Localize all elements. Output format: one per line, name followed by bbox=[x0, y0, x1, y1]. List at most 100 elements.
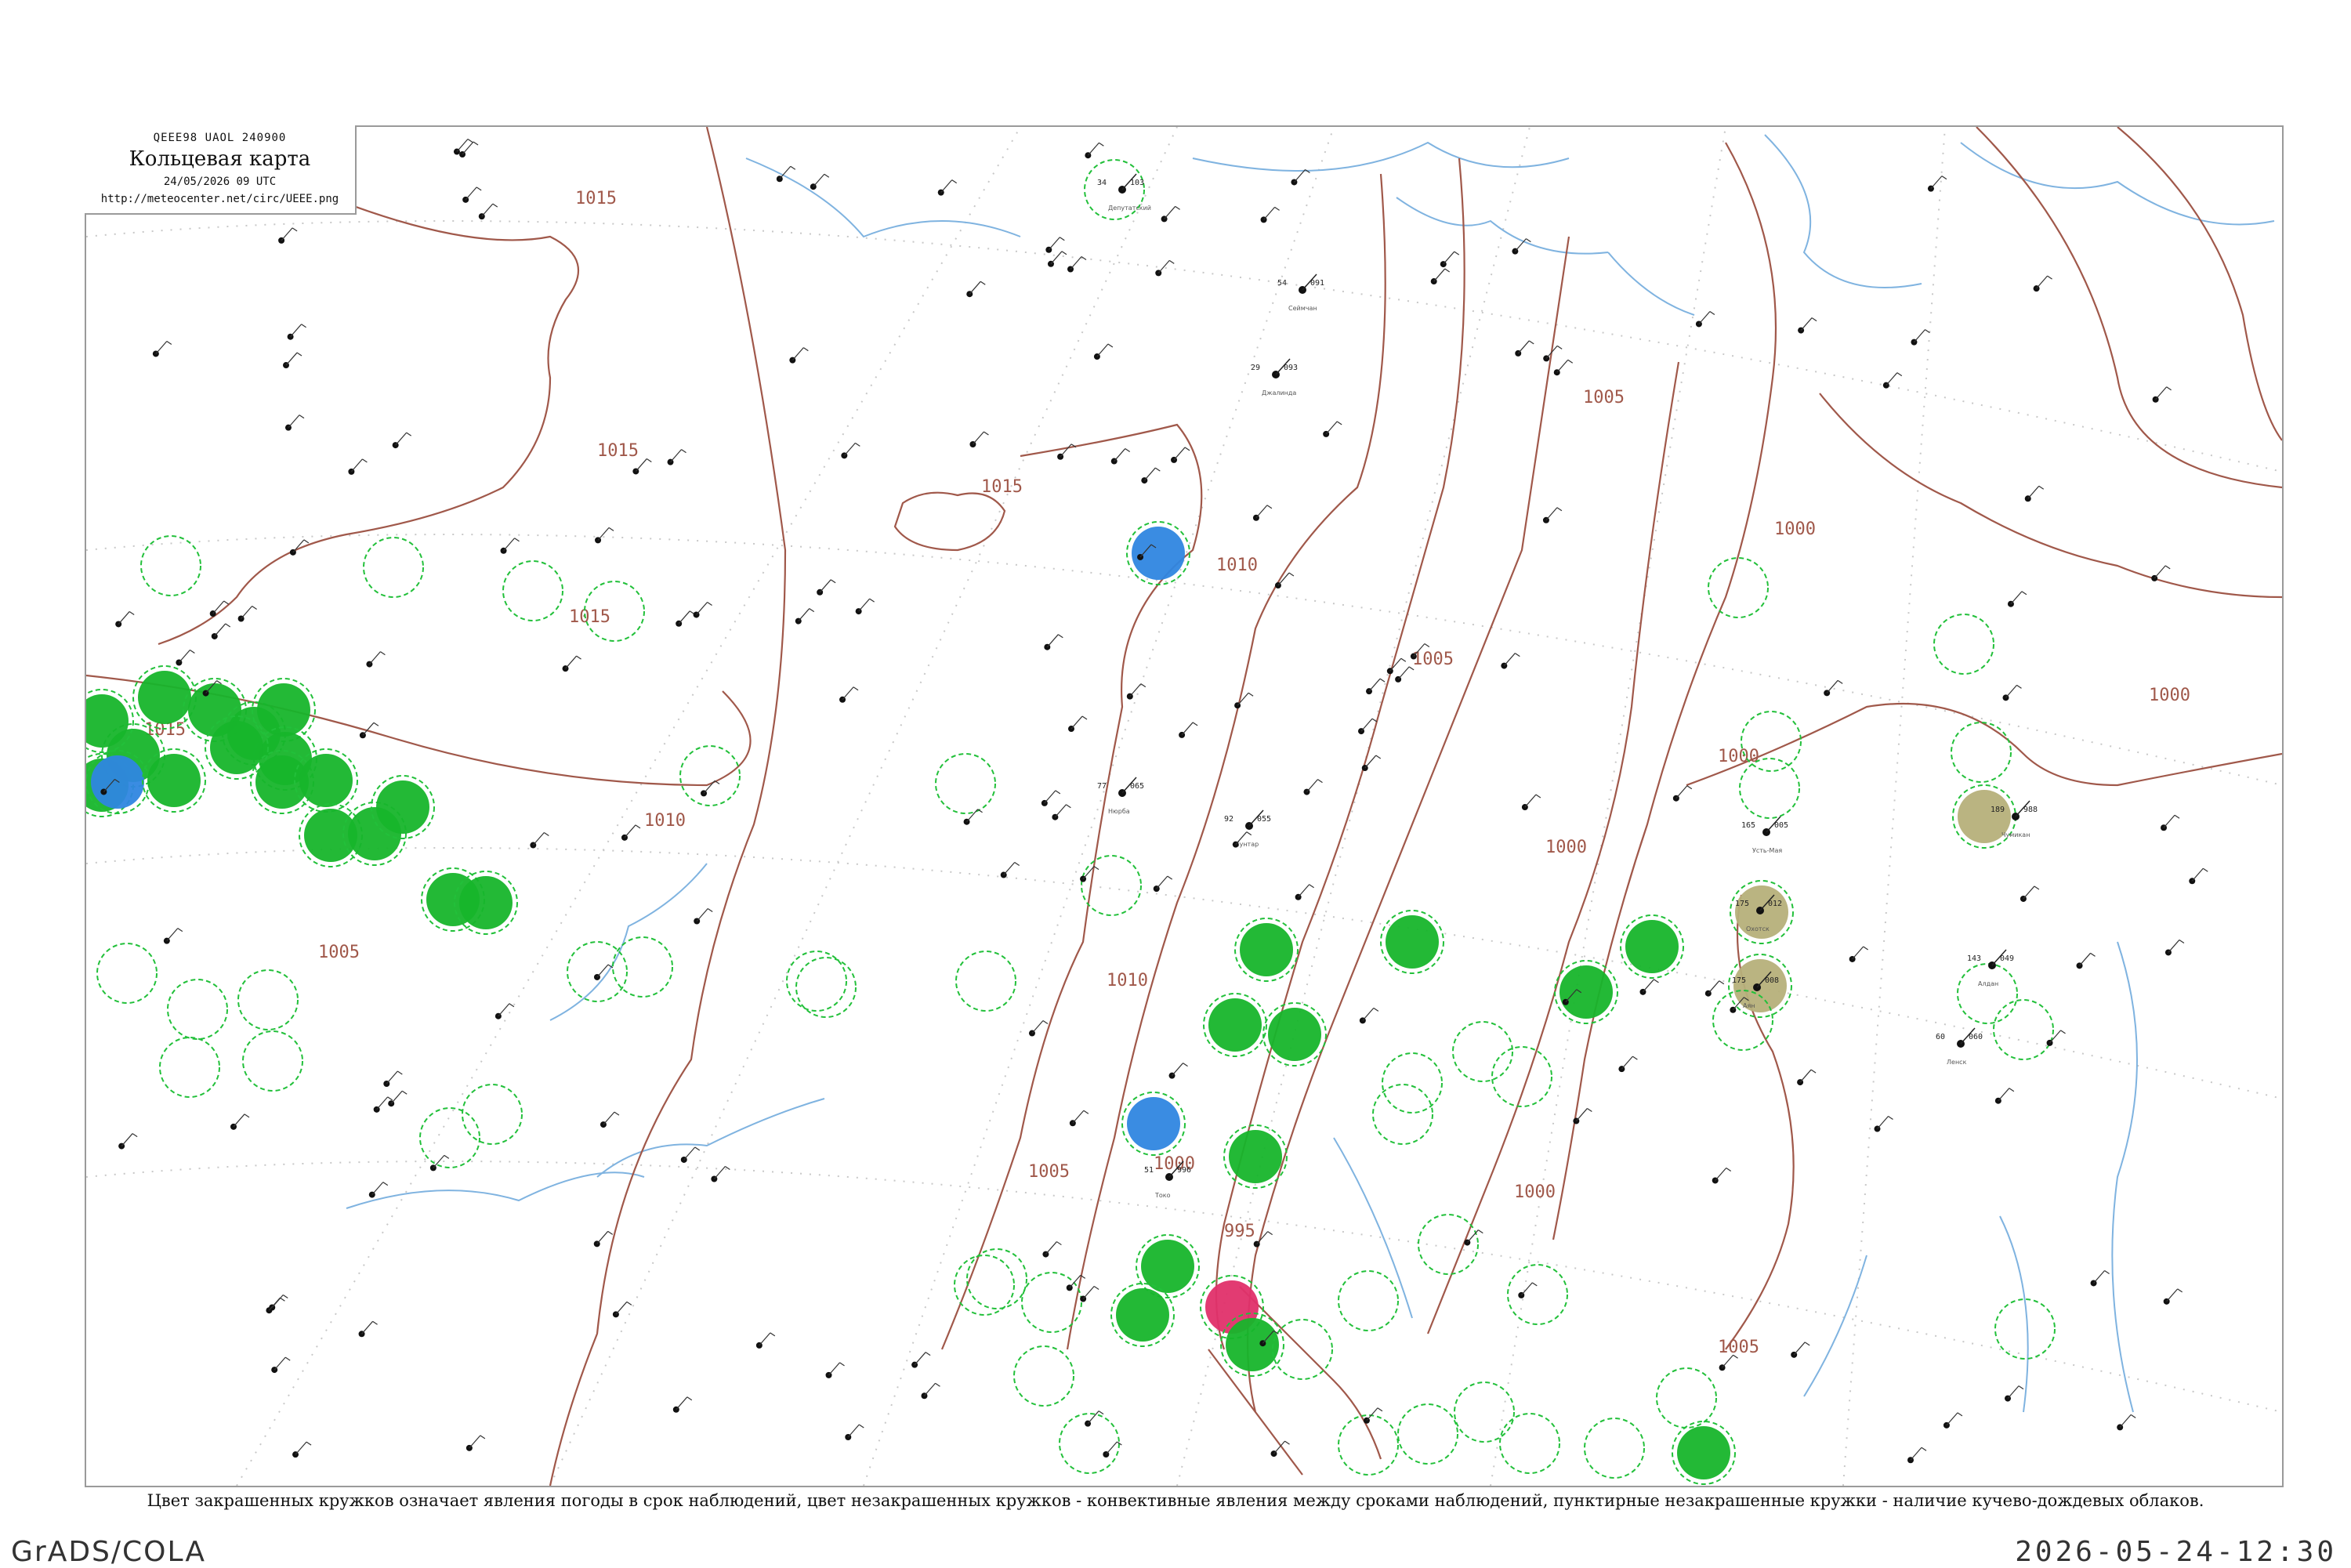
station-marker bbox=[2005, 1385, 2024, 1402]
temperature-value: 60 bbox=[1936, 1033, 1945, 1041]
station-marker bbox=[494, 1003, 515, 1019]
cb-dashed-circle bbox=[1338, 1270, 1399, 1331]
wind-feather bbox=[1267, 1231, 1273, 1236]
wind-feather bbox=[1140, 683, 1147, 688]
wind-barb bbox=[2168, 940, 2180, 953]
wind-feather bbox=[387, 1096, 393, 1101]
station-marker bbox=[211, 623, 231, 639]
wind-barb bbox=[924, 1382, 936, 1396]
station-marker bbox=[269, 1295, 288, 1311]
wind-barb bbox=[1910, 1447, 1922, 1461]
wind-barb bbox=[1031, 1020, 1044, 1034]
wind-barb bbox=[1556, 359, 1569, 373]
wind-barb bbox=[1306, 779, 1318, 792]
wind-barb bbox=[2154, 565, 2166, 579]
wind-barb bbox=[1443, 251, 1455, 265]
wind-feather bbox=[1093, 866, 1099, 871]
station-plot[interactable]: 060 60 Ленск bbox=[1936, 1027, 1983, 1066]
wind-barb bbox=[2163, 814, 2175, 828]
wind-feather bbox=[2034, 885, 2040, 890]
station-plot[interactable]: 091 54 Сеймчан bbox=[1277, 273, 1324, 312]
cb-dashed-circle bbox=[1499, 1413, 1560, 1474]
wind-barb bbox=[290, 324, 302, 338]
wind-feather bbox=[2038, 485, 2045, 490]
wind-barb bbox=[1998, 1088, 2010, 1102]
wind-barb bbox=[670, 449, 682, 463]
wind-feather bbox=[1154, 467, 1161, 472]
station-marker bbox=[1994, 1088, 2015, 1104]
station-name: Охотск bbox=[1746, 925, 1770, 932]
wind-feather bbox=[1804, 1342, 1810, 1346]
station-marker bbox=[237, 606, 257, 622]
wind-feather bbox=[514, 538, 520, 542]
wind-barb bbox=[1129, 683, 1142, 697]
station-marker bbox=[562, 655, 581, 672]
station-plot[interactable]: 005 165 Усть-Мая bbox=[1741, 816, 1788, 854]
wind-barb bbox=[828, 1362, 840, 1376]
cb-dashed-circle bbox=[1951, 722, 2012, 783]
wind-barb bbox=[1070, 715, 1083, 730]
station-plot[interactable]: 05592Сунтар bbox=[1224, 809, 1271, 848]
station-marker bbox=[1323, 421, 1342, 437]
station-name: Депутатский bbox=[1108, 205, 1151, 212]
station-marker bbox=[845, 1424, 864, 1440]
wind-feather bbox=[2060, 1030, 2066, 1034]
station-plot[interactable]: 049 143 Алдан bbox=[1967, 949, 2014, 987]
wind-feather bbox=[362, 458, 368, 463]
station-marker bbox=[1712, 1167, 1732, 1184]
wind-feather bbox=[686, 1396, 693, 1401]
wind-feather bbox=[2164, 565, 2171, 570]
wind-barb bbox=[1914, 329, 1925, 343]
wind-feather bbox=[303, 539, 310, 544]
wind-barb bbox=[1298, 884, 1310, 898]
wind-barb bbox=[1048, 237, 1060, 251]
wind-feather bbox=[824, 173, 830, 178]
wind-barb bbox=[155, 341, 168, 354]
station-marker bbox=[292, 1441, 312, 1458]
wind-barb bbox=[395, 432, 408, 446]
cb-dashed-circle bbox=[1584, 1418, 1645, 1479]
pressure-value: 091 bbox=[1310, 279, 1324, 288]
wind-feather bbox=[803, 347, 809, 352]
wind-barb bbox=[1003, 862, 1016, 875]
temperature-value: 175 bbox=[1735, 900, 1749, 908]
station-marker bbox=[176, 649, 195, 666]
weather-filled-circle bbox=[1229, 1130, 1282, 1183]
wind-feather bbox=[1058, 634, 1063, 639]
cb-dashed-circle bbox=[679, 745, 741, 806]
wind-feather bbox=[2009, 1088, 2015, 1092]
pressure-value: 005 bbox=[1774, 821, 1788, 830]
wind-feather bbox=[2202, 867, 2208, 872]
cb-dashed-circle bbox=[1739, 758, 1800, 819]
wind-barb bbox=[696, 908, 708, 922]
wind-barb bbox=[1096, 343, 1109, 357]
station-plot[interactable]: 103 34 Депутатский bbox=[1097, 173, 1151, 212]
wind-barb bbox=[1946, 1412, 1958, 1426]
wind-feather bbox=[1056, 1241, 1062, 1246]
station-marker bbox=[1110, 448, 1131, 465]
map-url[interactable]: http://meteocenter.net/circ/UEEE.png bbox=[85, 193, 355, 205]
station-name: Чумикан bbox=[2001, 831, 2030, 838]
wind-feather bbox=[1556, 507, 1563, 512]
temperature-value: 165 bbox=[1741, 821, 1755, 830]
station-plot[interactable]: 093 29 Джалинда bbox=[1251, 358, 1298, 397]
isobar-label: 1000 bbox=[1774, 520, 1816, 539]
station-plot[interactable]: 065 77 Нюрба bbox=[1097, 777, 1144, 815]
wind-barb bbox=[1156, 875, 1168, 889]
cb-dashed-circle bbox=[1372, 1084, 1433, 1145]
wind-feather bbox=[2016, 684, 2022, 689]
wind-barb bbox=[376, 1096, 389, 1110]
wind-barb bbox=[1060, 444, 1072, 458]
wind-feather bbox=[1863, 946, 1868, 951]
wind-feather bbox=[1061, 251, 1067, 255]
wind-feather bbox=[2104, 1269, 2110, 1274]
wind-feather bbox=[373, 722, 379, 726]
wind-barb bbox=[1698, 311, 1711, 324]
wind-feather bbox=[2130, 1414, 2136, 1418]
wind-feather bbox=[225, 623, 231, 628]
wind-feather bbox=[1515, 653, 1520, 657]
station-marker bbox=[152, 340, 172, 357]
wind-feather bbox=[292, 227, 298, 232]
wind-feather bbox=[296, 352, 302, 357]
wind-barb bbox=[1368, 678, 1381, 692]
